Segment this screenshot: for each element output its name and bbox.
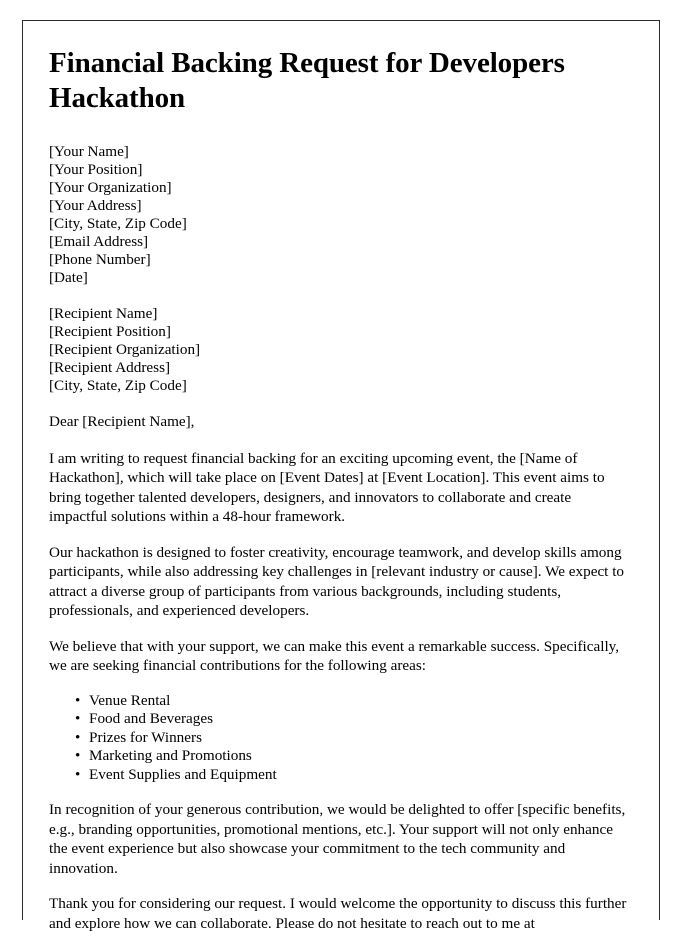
document-page: Financial Backing Request for Developers… (22, 20, 660, 932)
page-title: Financial Backing Request for Developers… (49, 47, 565, 115)
contribution-areas-list: Venue Rental Food and Beverages Prizes f… (49, 692, 627, 785)
body-paragraph-2: Our hackathon is designed to foster crea… (49, 543, 625, 620)
body-paragraph-3: We believe that with your support, we ca… (49, 637, 620, 675)
sender-organization: [Your Organization] (49, 178, 172, 196)
list-item: Venue Rental (75, 692, 627, 711)
recipient-address: [Recipient Address] (49, 358, 171, 376)
sender-position: [Your Position] (49, 160, 143, 178)
body-paragraph-1: I am writing to request financial backin… (49, 449, 605, 526)
sender-city-state-zip: [City, State, Zip Code] (49, 214, 187, 232)
recipient-city-state-zip: [City, State, Zip Code] (49, 376, 187, 394)
list-item: Prizes for Winners (75, 729, 627, 748)
sender-address: [Your Address] (49, 196, 142, 214)
list-item: Event Supplies and Equipment (75, 766, 627, 785)
recipient-organization: [Recipient Organization] (49, 340, 201, 358)
body-paragraph-5: Thank you for considering our request. I… (49, 895, 627, 932)
sender-name: [Your Name] (49, 142, 129, 160)
letter-date: [Date] (49, 268, 88, 286)
recipient-position: [Recipient Position] (49, 322, 171, 340)
sender-phone: [Phone Number] (49, 250, 151, 268)
list-item: Food and Beverages (75, 710, 627, 729)
sender-address-block: [Your Name] [Your Position] [Your Organi… (49, 143, 627, 287)
document-viewer: Financial Backing Request for Developers… (0, 0, 700, 932)
recipient-name: [Recipient Name] (49, 304, 158, 322)
sender-email: [Email Address] (49, 232, 149, 250)
list-item: Marketing and Promotions (75, 747, 627, 766)
document-content: Financial Backing Request for Developers… (49, 46, 627, 949)
body-paragraph-4: In recognition of your generous contribu… (49, 801, 626, 877)
salutation: Dear [Recipient Name], (49, 412, 195, 430)
recipient-address-block: [Recipient Name] [Recipient Position] [R… (49, 305, 627, 395)
